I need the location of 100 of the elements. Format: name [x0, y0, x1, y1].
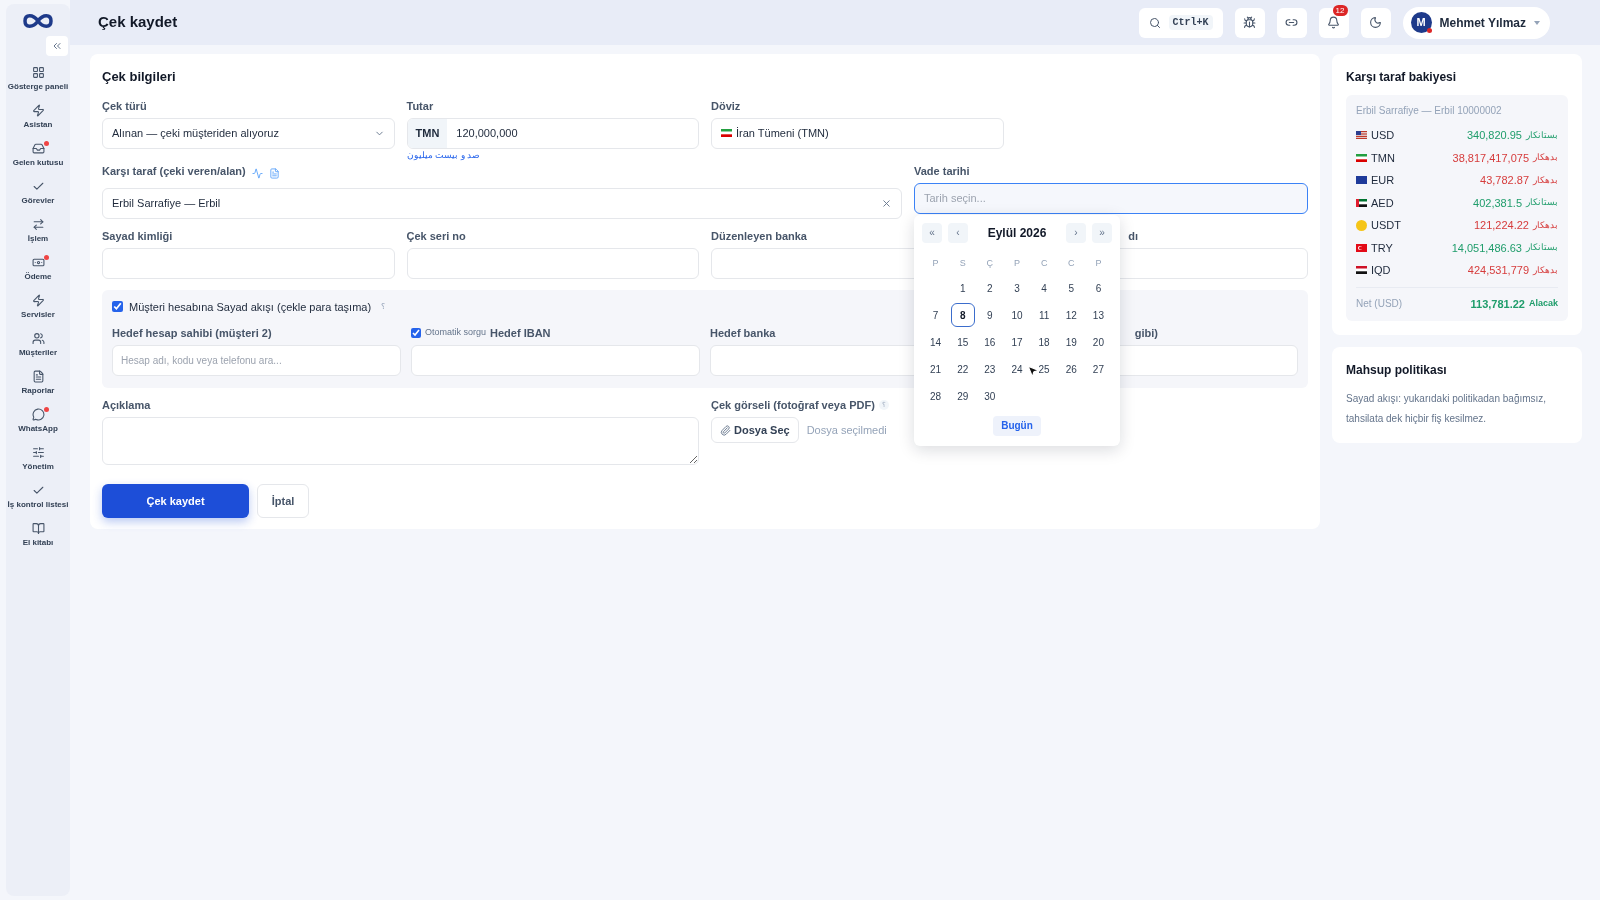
- date-field[interactable]: Tarih seçin...: [914, 182, 1308, 214]
- banknote-icon: [31, 256, 45, 269]
- sidebar-item[interactable]: Asistan: [6, 102, 70, 140]
- clear-icon[interactable]: [881, 197, 892, 209]
- save-button[interactable]: Çek kaydet: [102, 484, 249, 518]
- currency-select[interactable]: İran Tümeni (TMN): [711, 117, 1004, 149]
- calendar-day[interactable]: 23: [977, 357, 1002, 381]
- sidebar-item[interactable]: WhatsApp: [6, 406, 70, 444]
- counterparty-field[interactable]: Erbil Sarrafiye — Erbil: [102, 187, 902, 219]
- today-button[interactable]: Bugün: [993, 415, 1041, 436]
- sidebar-item[interactable]: İşlem: [6, 216, 70, 254]
- field-label: Döviz: [711, 98, 742, 113]
- calendar-day[interactable]: 20: [1086, 330, 1111, 354]
- flag-icon: [1356, 176, 1367, 185]
- calendar-day[interactable]: 14: [923, 330, 948, 354]
- sidebar-item[interactable]: El kitabı: [6, 520, 70, 558]
- iban-field[interactable]: [411, 345, 700, 376]
- calendar-day[interactable]: 12: [1059, 303, 1084, 327]
- calendar-day[interactable]: 8: [950, 303, 975, 327]
- lightning-icon: [31, 104, 45, 117]
- field-label: Çek seri no: [406, 228, 466, 243]
- calendar-day[interactable]: 28: [923, 384, 948, 408]
- calendar-day[interactable]: 19: [1059, 330, 1084, 354]
- field-label: Tutar: [406, 98, 435, 113]
- field-label: Karşı taraf (çeki veren/alan): [102, 163, 246, 178]
- paperclip-icon: [720, 424, 731, 436]
- cancel-button[interactable]: İptal: [257, 484, 309, 518]
- check-icon: [31, 484, 45, 497]
- calendar-day[interactable]: 7: [923, 303, 948, 327]
- sidebar-item[interactable]: Servisler: [6, 292, 70, 330]
- calendar-day[interactable]: 3: [1005, 276, 1029, 300]
- calendar-day[interactable]: 27: [1086, 357, 1111, 381]
- theme-button[interactable]: [1360, 7, 1391, 38]
- search-button[interactable]: Ctrl+K: [1138, 7, 1223, 38]
- sayad-id-field[interactable]: [102, 247, 395, 279]
- calendar-day[interactable]: 1: [950, 276, 975, 300]
- calendar-day[interactable]: 16: [977, 330, 1002, 354]
- calendar-day[interactable]: 9: [977, 303, 1002, 327]
- calendar-nav-button[interactable]: «: [922, 222, 942, 243]
- calendar-day[interactable]: 26: [1059, 357, 1084, 381]
- calendar-nav-button[interactable]: ‹: [948, 222, 968, 243]
- balance-amount: 38,817,417,075: [1452, 150, 1529, 166]
- sidebar-item[interactable]: Raporlar: [6, 368, 70, 406]
- sidebar-item[interactable]: Gösterge paneli: [6, 64, 70, 102]
- link-button[interactable]: [1276, 7, 1307, 38]
- calendar-day[interactable]: 29: [950, 384, 975, 408]
- currency-code: USDT: [1371, 218, 1401, 233]
- serial-number-field[interactable]: [406, 247, 699, 279]
- bug-button[interactable]: [1234, 7, 1265, 38]
- calendar-day[interactable]: 2: [977, 276, 1002, 300]
- sidebar-item[interactable]: Gelen kutusu: [6, 140, 70, 178]
- weekday-label: C: [1067, 256, 1076, 270]
- calendar-day[interactable]: 18: [1032, 330, 1057, 354]
- sidebar-item[interactable]: İş kontrol listesi: [6, 482, 70, 520]
- sidebar-item[interactable]: Müşteriler: [6, 330, 70, 368]
- amount-field[interactable]: TMN 120,000,000: [406, 117, 699, 149]
- double-chevron-icon: [51, 40, 63, 52]
- search-field[interactable]: Hesap adı, kodu veya telefonu ara...: [112, 345, 401, 376]
- currency-code: EUR: [1371, 173, 1395, 188]
- calendar-day[interactable]: 30: [977, 384, 1002, 408]
- calendar-day[interactable]: 4: [1032, 276, 1057, 300]
- notifications-button[interactable]: 12: [1318, 7, 1349, 38]
- calendar-day[interactable]: 24: [1005, 357, 1029, 381]
- calendar-day[interactable]: 17: [1005, 330, 1029, 354]
- sidebar-item[interactable]: Ödeme: [6, 254, 70, 292]
- balance-side: بستانکار: [1526, 196, 1558, 209]
- currency-code: IQD: [1371, 263, 1391, 278]
- caret-icon: [1534, 20, 1540, 25]
- choose-file-button[interactable]: Dosya Seç: [711, 417, 799, 443]
- calendar-day[interactable]: 10: [1005, 303, 1029, 327]
- document-icon: [31, 370, 45, 383]
- checkbox[interactable]: [112, 301, 123, 313]
- coin-icon: [1356, 219, 1367, 231]
- collapse-button[interactable]: [46, 36, 68, 56]
- pulse-icon[interactable]: [251, 167, 263, 179]
- calendar-day[interactable]: 5: [1059, 276, 1084, 300]
- infinity-logo: [21, 12, 55, 30]
- description-textarea[interactable]: [102, 417, 699, 465]
- document-icon[interactable]: [268, 167, 280, 179]
- calendar-day[interactable]: 22: [950, 357, 975, 381]
- calendar-day[interactable]: 21: [923, 357, 948, 381]
- calendar-day[interactable]: 11: [1032, 303, 1057, 327]
- user-menu[interactable]: M Mehmet Yılmaz: [1402, 6, 1550, 39]
- check-type-select[interactable]: Alınan — çeki müşteriden alıyoruz: [102, 117, 395, 149]
- checkbox-label: Müşteri hesabına Sayad akışı (çekle para taşıma): [129, 299, 372, 315]
- field-label: Açıklama: [102, 398, 152, 412]
- calendar-nav-button[interactable]: ›: [1066, 222, 1086, 243]
- search-icon: [1148, 16, 1161, 29]
- field-label: Çek türü: [102, 98, 148, 113]
- balance-side: بدهکار: [1533, 218, 1558, 232]
- card-title: Çek bilgileri: [102, 68, 177, 86]
- calendar-nav-button[interactable]: »: [1092, 222, 1112, 243]
- calendar-day[interactable]: 6: [1086, 276, 1111, 300]
- sidebar-item[interactable]: Görevler: [6, 178, 70, 216]
- sidebar-item[interactable]: Yönetim: [6, 444, 70, 482]
- calendar-day[interactable]: 15: [950, 330, 975, 354]
- calendar-day[interactable]: 13: [1086, 303, 1111, 327]
- policy-text: Sayad akışı: yukarıdaki politikadan bağımsız, tahsilata dek hiçbir fiş kesilmez.: [1346, 392, 1548, 426]
- checkbox[interactable]: [411, 328, 421, 338]
- account-name: Erbil Sarrafiye — Erbil 10000002: [1356, 104, 1503, 118]
